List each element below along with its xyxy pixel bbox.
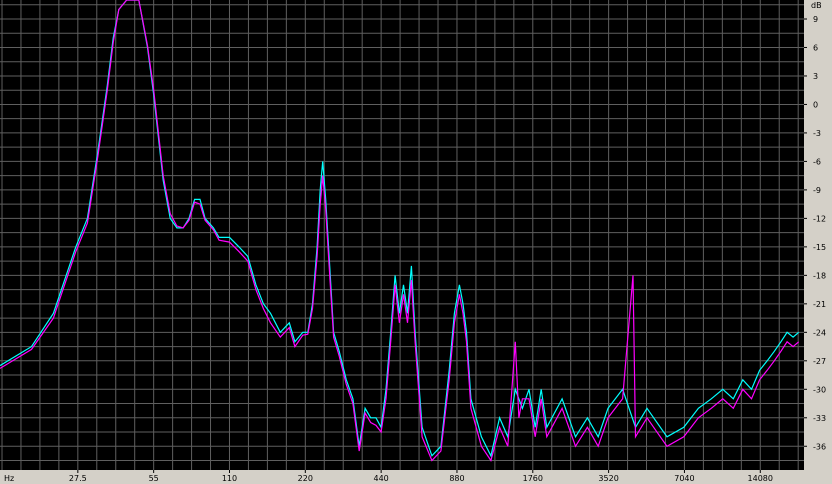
plot-area[interactable] (0, 0, 804, 470)
y-axis-label: dB (811, 1, 822, 10)
x-tick-label: 110 (222, 474, 237, 483)
x-tick-label: 440 (373, 474, 388, 483)
y-tick-label: 3 (813, 72, 818, 81)
y-tick-label: -18 (813, 271, 826, 280)
x-tick-label: 880 (449, 474, 464, 483)
y-tick-label: -21 (813, 300, 826, 309)
x-tick-label: 55 (149, 474, 159, 483)
x-tick-label: 3520 (598, 474, 618, 483)
y-tick-label: -15 (813, 243, 826, 252)
y-tick-label: 6 (813, 43, 818, 52)
spectrum-window: 27.5 55 110 220 440 880 1760 3520 7040 14080 9 6 3 0… (0, 0, 832, 484)
x-tick-label: 14080 (748, 474, 773, 483)
y-tick-label: -27 (813, 357, 826, 366)
y-tick-label: -3 (813, 129, 821, 138)
y-tick-label: -6 (813, 157, 821, 166)
x-tick-label: 7040 (674, 474, 694, 483)
y-tick-label: -9 (813, 186, 821, 195)
y-tick-label: 9 (813, 15, 818, 24)
y-tick-label: -12 (813, 214, 826, 223)
y-tick-label: -33 (813, 414, 826, 423)
spectrum-plot[interactable]: 27.5 55 110 220 440 880 1760 3520 7040 14080 9 6 3 0… (0, 0, 832, 484)
x-axis-label: Hz (4, 474, 14, 483)
y-tick-label: 0 (813, 100, 818, 109)
y-tick-label: -30 (813, 385, 826, 394)
x-tick-label: 27.5 (69, 474, 87, 483)
y-tick-label: -36 (813, 442, 826, 451)
x-tick-label: 220 (298, 474, 313, 483)
x-tick-label: 1760 (523, 474, 543, 483)
y-tick-label: -24 (813, 328, 826, 337)
